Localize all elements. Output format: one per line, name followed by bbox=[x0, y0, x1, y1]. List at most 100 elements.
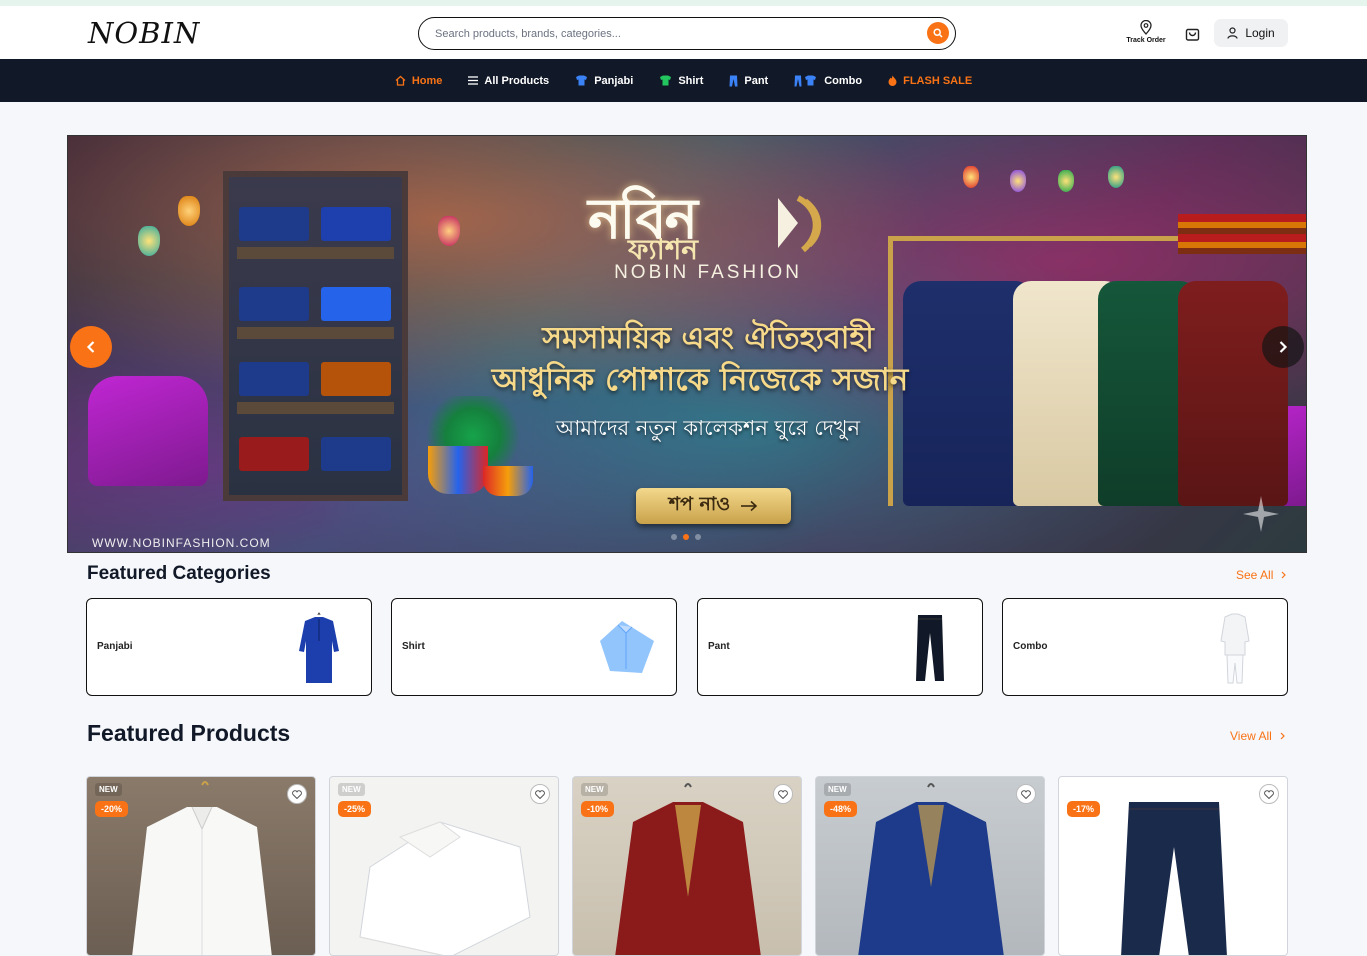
search-bar bbox=[418, 17, 956, 50]
login-label: Login bbox=[1245, 26, 1275, 40]
product-image-navy-pant bbox=[1121, 802, 1227, 955]
category-label: Panjabi bbox=[97, 641, 133, 652]
hero-banner[interactable]: নবিন ফ্যাশন NOBIN FASHION সমসাময়িক এবং … bbox=[67, 135, 1307, 553]
banner-watermark: WWW.NOBINFASHION.COM bbox=[92, 536, 271, 550]
lamp-decoration bbox=[138, 226, 160, 256]
new-badge: NEW bbox=[581, 783, 608, 796]
nav-label: FLASH SALE bbox=[903, 74, 973, 87]
panjabi-icon bbox=[576, 75, 588, 86]
nav-item-home[interactable]: Home bbox=[382, 59, 456, 102]
track-order-label: Track Order bbox=[1126, 37, 1166, 44]
discount-badge: -25% bbox=[338, 801, 372, 817]
category-card-panjabi[interactable]: Panjabi bbox=[86, 598, 372, 696]
discount-badge: -48% bbox=[824, 801, 858, 817]
banner-tagline-3: আমাদের নতুন কালেকশন ঘুরে দেখুন bbox=[555, 416, 861, 440]
new-badge: NEW bbox=[95, 783, 122, 796]
product-card[interactable]: NEW -25% bbox=[329, 776, 559, 956]
brand-logo-mark bbox=[778, 195, 822, 253]
new-badge: NEW bbox=[338, 783, 365, 796]
category-card-combo[interactable]: Combo bbox=[1002, 598, 1288, 696]
flower-pot bbox=[428, 446, 488, 494]
nav-item-flash-sale[interactable]: FLASH SALE bbox=[875, 59, 985, 102]
see-all-link[interactable]: See All bbox=[1236, 568, 1287, 582]
heart-icon bbox=[292, 789, 302, 799]
nav-label: Panjabi bbox=[594, 74, 634, 87]
heart-icon bbox=[1264, 789, 1274, 799]
wishlist-button[interactable] bbox=[287, 784, 307, 804]
category-card-pant[interactable]: Pant bbox=[697, 598, 983, 696]
site-header: NOBIN Track Order Login bbox=[0, 6, 1367, 59]
arrow-right-icon bbox=[741, 500, 758, 512]
product-card[interactable]: NEW -48% bbox=[815, 776, 1045, 956]
nav-item-all-products[interactable]: All Products bbox=[455, 59, 562, 102]
lamp-decoration bbox=[438, 216, 460, 246]
search-button[interactable] bbox=[927, 22, 949, 44]
search-input[interactable] bbox=[435, 27, 915, 40]
nav-item-combo[interactable]: Combo bbox=[781, 59, 875, 102]
nav-label: Combo bbox=[824, 74, 863, 87]
chevron-left-icon bbox=[86, 341, 95, 353]
category-label: Combo bbox=[1013, 641, 1048, 652]
cart-button[interactable] bbox=[1184, 25, 1201, 47]
product-card[interactable]: NEW -20% bbox=[86, 776, 316, 956]
wishlist-button[interactable] bbox=[530, 784, 550, 804]
chevron-right-icon bbox=[1280, 732, 1285, 740]
category-card-shirt[interactable]: Shirt bbox=[391, 598, 677, 696]
category-label: Pant bbox=[708, 641, 730, 652]
stacked-fabrics bbox=[1178, 214, 1306, 254]
see-all-label: See All bbox=[1236, 568, 1274, 582]
login-button[interactable]: Login bbox=[1214, 19, 1288, 47]
carousel-prev-button[interactable] bbox=[70, 326, 112, 368]
banner-tagline-2: আধুনিক পোশাকে নিজেকে সজান bbox=[491, 362, 909, 398]
shirt-icon bbox=[660, 75, 672, 86]
lamp-decoration bbox=[1108, 166, 1124, 188]
combo-image bbox=[1220, 613, 1250, 684]
combo-icon bbox=[794, 75, 817, 86]
lamp-decoration bbox=[1010, 170, 1026, 192]
pant-icon bbox=[729, 75, 738, 86]
wishlist-button[interactable] bbox=[1016, 784, 1036, 804]
nav-item-shirt[interactable]: Shirt bbox=[646, 59, 716, 102]
nav-item-pant[interactable]: Pant bbox=[716, 59, 781, 102]
new-badge: NEW bbox=[824, 783, 851, 796]
carousel-dot[interactable] bbox=[695, 534, 701, 540]
site-logo[interactable]: NOBIN bbox=[88, 16, 200, 50]
nav-item-panjabi[interactable]: Panjabi bbox=[562, 59, 646, 102]
carousel-dot[interactable] bbox=[671, 534, 677, 540]
carousel-dots bbox=[671, 534, 701, 540]
sparkle-icon bbox=[1243, 496, 1279, 532]
heart-icon bbox=[778, 789, 788, 799]
carousel-dot-active[interactable] bbox=[683, 534, 689, 540]
shirt-image bbox=[600, 621, 654, 673]
discount-badge: -17% bbox=[1067, 801, 1101, 817]
chair-decoration bbox=[88, 376, 208, 486]
lamp-decoration bbox=[963, 166, 979, 188]
shop-now-label: শপ নাও bbox=[668, 493, 731, 515]
nav-label: Home bbox=[411, 74, 443, 87]
chevron-right-icon bbox=[1279, 341, 1288, 353]
product-image-blue-panjabi bbox=[858, 783, 1004, 955]
track-order-link[interactable]: Track Order bbox=[1124, 20, 1168, 44]
discount-badge: -10% bbox=[581, 801, 615, 817]
panjabi-image bbox=[299, 612, 339, 683]
nav-label: All Products bbox=[484, 74, 550, 87]
carousel-next-button[interactable] bbox=[1262, 326, 1304, 368]
shop-now-button[interactable]: শপ নাও bbox=[636, 488, 791, 524]
view-all-link[interactable]: View All bbox=[1230, 729, 1285, 743]
featured-products-title: Featured Products bbox=[87, 720, 291, 746]
product-card[interactable]: -17% bbox=[1058, 776, 1288, 956]
product-image-white-shirt bbox=[132, 781, 272, 955]
clothing-shelf bbox=[223, 171, 408, 501]
product-card[interactable]: NEW -10% bbox=[572, 776, 802, 956]
discount-badge: -20% bbox=[95, 801, 129, 817]
flower-pot bbox=[483, 466, 533, 496]
wishlist-button[interactable] bbox=[773, 784, 793, 804]
user-icon bbox=[1227, 27, 1238, 39]
lamp-decoration bbox=[1058, 170, 1074, 192]
wishlist-button[interactable] bbox=[1259, 784, 1279, 804]
menu-icon bbox=[468, 76, 479, 85]
product-image-maroon-panjabi bbox=[615, 783, 761, 955]
featured-categories-title: Featured Categories bbox=[87, 563, 271, 584]
category-label: Shirt bbox=[402, 641, 425, 652]
heart-icon bbox=[535, 789, 545, 799]
